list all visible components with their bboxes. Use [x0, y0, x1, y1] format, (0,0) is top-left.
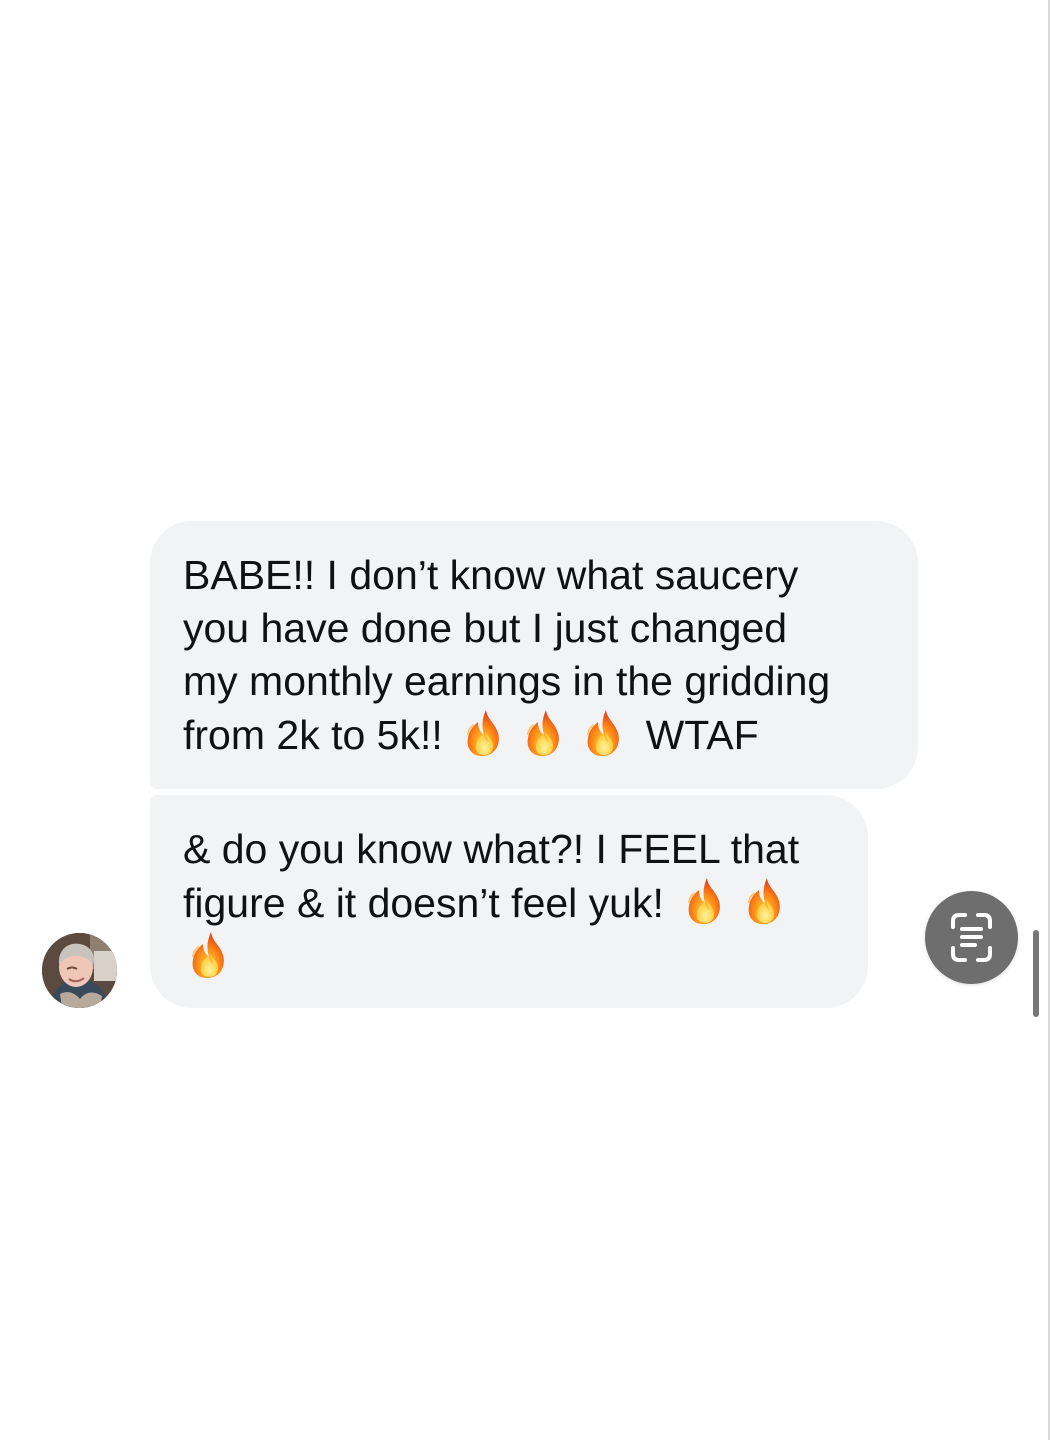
fire-icon — [683, 876, 729, 926]
fire-icon — [522, 708, 568, 758]
message-2-line-3 — [183, 930, 834, 984]
message-bubble-2[interactable]: & do you know what?! I FEEL that figure … — [150, 795, 868, 1008]
message-1-line-4-tail: WTAF — [645, 712, 759, 758]
message-2-line-2-text: figure & it doesn’t feel yuk! — [183, 880, 664, 926]
fire-icon — [582, 708, 628, 758]
message-1-line-3: my monthly earnings in the gridding — [183, 658, 831, 704]
message-1-line-4: from 2k to 5k!! WTAF — [183, 708, 884, 762]
message-1-line-2: you have done but I just changed — [183, 605, 788, 651]
message-1-line-1: BABE!! I don’t know what saucery — [183, 552, 799, 598]
text-scan-icon — [951, 913, 992, 962]
scan-text-button[interactable] — [925, 891, 1018, 984]
avatar-photo — [42, 933, 117, 1008]
fire-icon — [462, 708, 508, 758]
avatar[interactable] — [42, 933, 117, 1008]
message-1-line-4-text: from 2k to 5k!! — [183, 712, 443, 758]
message-2-line-2: figure & it doesn’t feel yuk! — [183, 876, 834, 930]
fire-icon — [187, 930, 233, 980]
message-2-line-1: & do you know what?! I FEEL that — [183, 826, 800, 872]
fire-icon — [743, 876, 789, 926]
message-bubble-1[interactable]: BABE!! I don’t know what saucery you hav… — [150, 521, 918, 789]
scrollbar-thumb[interactable] — [1033, 930, 1039, 1017]
